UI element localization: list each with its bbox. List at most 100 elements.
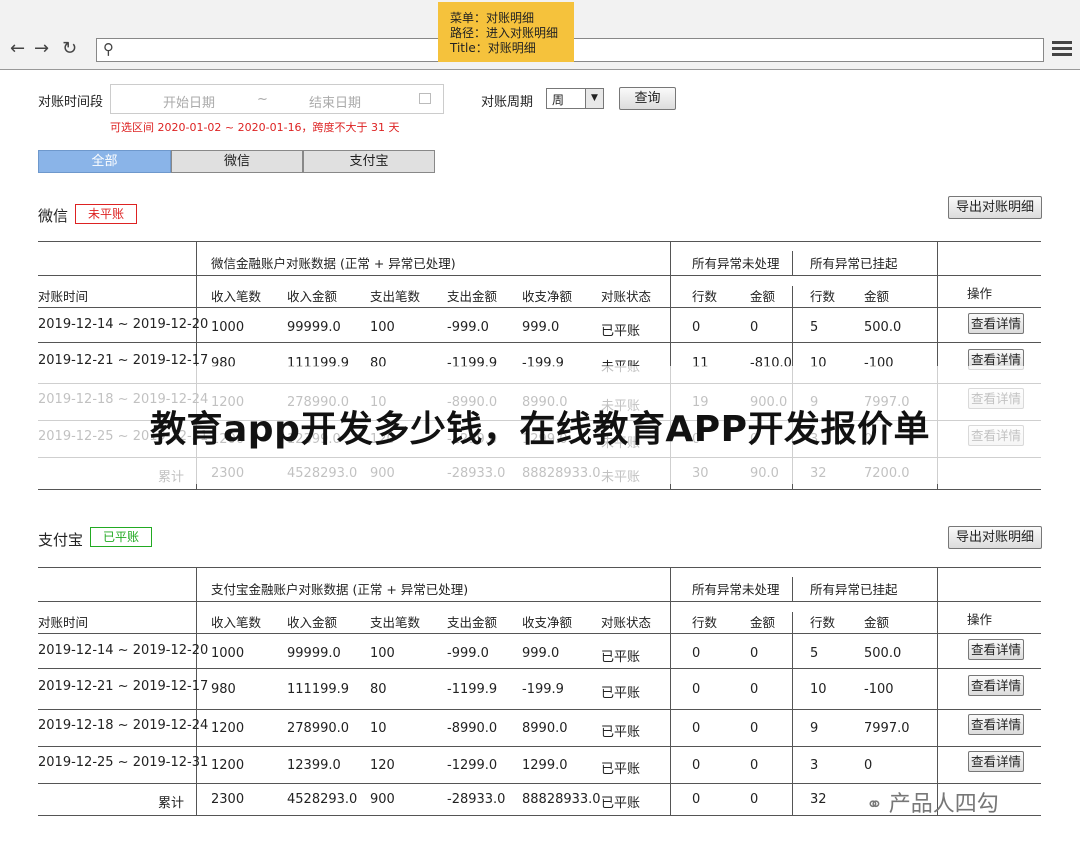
table-cell: 已平账 (601, 762, 641, 777)
table-cell: 0 (692, 646, 701, 661)
table-rule (38, 601, 1041, 602)
table-cell: 500.0 (864, 320, 902, 335)
table-cell: 0 (750, 646, 759, 661)
view-details-button[interactable]: 查看详情 (968, 751, 1024, 772)
column-header: 金额 (864, 615, 890, 630)
export-button-wechat[interactable]: 导出对账明细 (948, 196, 1042, 219)
tab-alipay[interactable]: 支付宝 (303, 150, 435, 173)
table-cell: 2019-12-25 ~ 2019-12-31 (38, 755, 209, 770)
table-cell: 0 (692, 682, 701, 697)
cycle-select-value: 周 (552, 93, 565, 107)
table-cell: 2019-12-14 ~ 2019-12-20 (38, 317, 209, 332)
wechat-logo-icon: ⚭ (866, 792, 883, 816)
tab-all[interactable]: 全部 (38, 150, 171, 173)
column-header: 行数 (810, 615, 836, 630)
table-cell: 0 (750, 758, 759, 773)
group-header: 支付宝金融账户对账数据 (正常 + 异常已处理) (211, 582, 469, 597)
table-cell: 120 (370, 758, 395, 773)
cycle-label: 对账周期 (481, 95, 534, 110)
table-rule (38, 489, 1041, 490)
table-rule (38, 783, 1041, 784)
forward-arrow-icon[interactable]: → (34, 38, 49, 59)
table-cell: 2019-12-14 ~ 2019-12-20 (38, 643, 209, 658)
column-header: 行数 (692, 615, 718, 630)
table-rule (38, 241, 1041, 242)
column-header: 金额 (750, 615, 776, 630)
column-header: 操作 (967, 612, 993, 627)
date-range-picker[interactable]: 开始日期 ~ 结束日期 (110, 84, 444, 114)
status-badge: 未平账 (75, 204, 138, 224)
table-cell: -999.0 (447, 646, 489, 661)
table-cell: -999.0 (447, 320, 489, 335)
section-title-wechat: 微信 (38, 207, 69, 225)
start-date-input[interactable]: 开始日期 (163, 92, 215, 111)
column-header: 收入笔数 (211, 615, 262, 630)
table-cell: 3 (810, 758, 819, 773)
column-header: 收入金额 (287, 615, 338, 630)
column-header: 行数 (692, 289, 718, 304)
table-cell: -199.9 (522, 682, 564, 697)
banner-title: 教育app开发多少钱，在线教育APP开发报价单 (150, 409, 930, 450)
table-cell: 1000 (211, 320, 245, 335)
table-cell: 5 (810, 646, 819, 661)
group-header: 微信金融账户对账数据 (正常 + 异常已处理) (211, 256, 456, 271)
back-arrow-icon[interactable]: ← (10, 38, 25, 59)
table-cell: 10 (370, 721, 387, 736)
chevron-down-icon[interactable]: ▼ (585, 89, 603, 108)
total-cell: 0 (692, 792, 701, 807)
total-cell: 900 (370, 792, 395, 807)
table-cell: 7997.0 (864, 721, 910, 736)
table-cell: 8990.0 (522, 721, 568, 736)
column-header: 收入笔数 (211, 289, 262, 304)
table-cell: 5 (810, 320, 819, 335)
column-header: 收支净额 (522, 289, 573, 304)
column-header: 行数 (810, 289, 836, 304)
table-cell: 0 (864, 758, 873, 773)
total-cell: 已平账 (601, 796, 641, 811)
total-cell: 32 (810, 792, 827, 807)
view-details-button[interactable]: 查看详情 (968, 714, 1024, 735)
note-line: Title：对账明细 (450, 41, 536, 55)
table-cell: 99999.0 (287, 646, 341, 661)
annotation-sticky-note: 菜单：对账明细 路径：进入对账明细 Title：对账明细 (438, 2, 574, 62)
view-details-button[interactable]: 查看详情 (968, 313, 1024, 334)
table-cell: 999.0 (522, 320, 560, 335)
table-cell: 111199.9 (287, 682, 350, 697)
range-separator: ~ (257, 92, 268, 107)
calendar-icon[interactable] (419, 93, 431, 104)
table-rule (38, 275, 1041, 276)
table-cell: 1200 (211, 721, 245, 736)
cycle-select[interactable]: 周 ▼ (546, 88, 604, 109)
table-rule (38, 668, 1041, 669)
menu-icon[interactable] (1052, 38, 1072, 60)
table-cell: 1000 (211, 646, 245, 661)
table-cell: 已平账 (601, 725, 641, 740)
column-header: 对账时间 (38, 615, 89, 630)
total-cell: 2300 (211, 792, 245, 807)
table-cell: 100 (370, 646, 395, 661)
refresh-icon[interactable]: ↻ (62, 38, 77, 59)
table-cell: 12399.0 (287, 758, 341, 773)
table-rule (38, 746, 1041, 747)
tab-wechat[interactable]: 微信 (171, 150, 303, 173)
column-header: 金额 (750, 289, 776, 304)
end-date-input[interactable]: 结束日期 (309, 92, 361, 111)
table-cell: 10 (810, 682, 827, 697)
view-details-button[interactable]: 查看详情 (968, 639, 1024, 660)
table-cell: 278990.0 (287, 721, 350, 736)
export-button-alipay[interactable]: 导出对账明细 (948, 526, 1042, 549)
column-header: 支出金额 (447, 615, 498, 630)
table-cell: 999.0 (522, 646, 560, 661)
column-divider (792, 251, 793, 275)
view-details-button[interactable]: 查看详情 (968, 675, 1024, 696)
note-line: 菜单：对账明细 (450, 11, 535, 25)
watermark: ⚭ 产品人四勾 (866, 786, 999, 818)
table-cell: 100 (370, 320, 395, 335)
table-cell: 0 (692, 320, 701, 335)
column-header: 金额 (864, 289, 890, 304)
query-button[interactable]: 查询 (619, 87, 676, 110)
group-header-suspended: 所有异常已挂起 (810, 256, 898, 271)
column-divider (792, 612, 793, 815)
column-header: 收支净额 (522, 615, 573, 630)
group-header-suspended: 所有异常已挂起 (810, 582, 898, 597)
